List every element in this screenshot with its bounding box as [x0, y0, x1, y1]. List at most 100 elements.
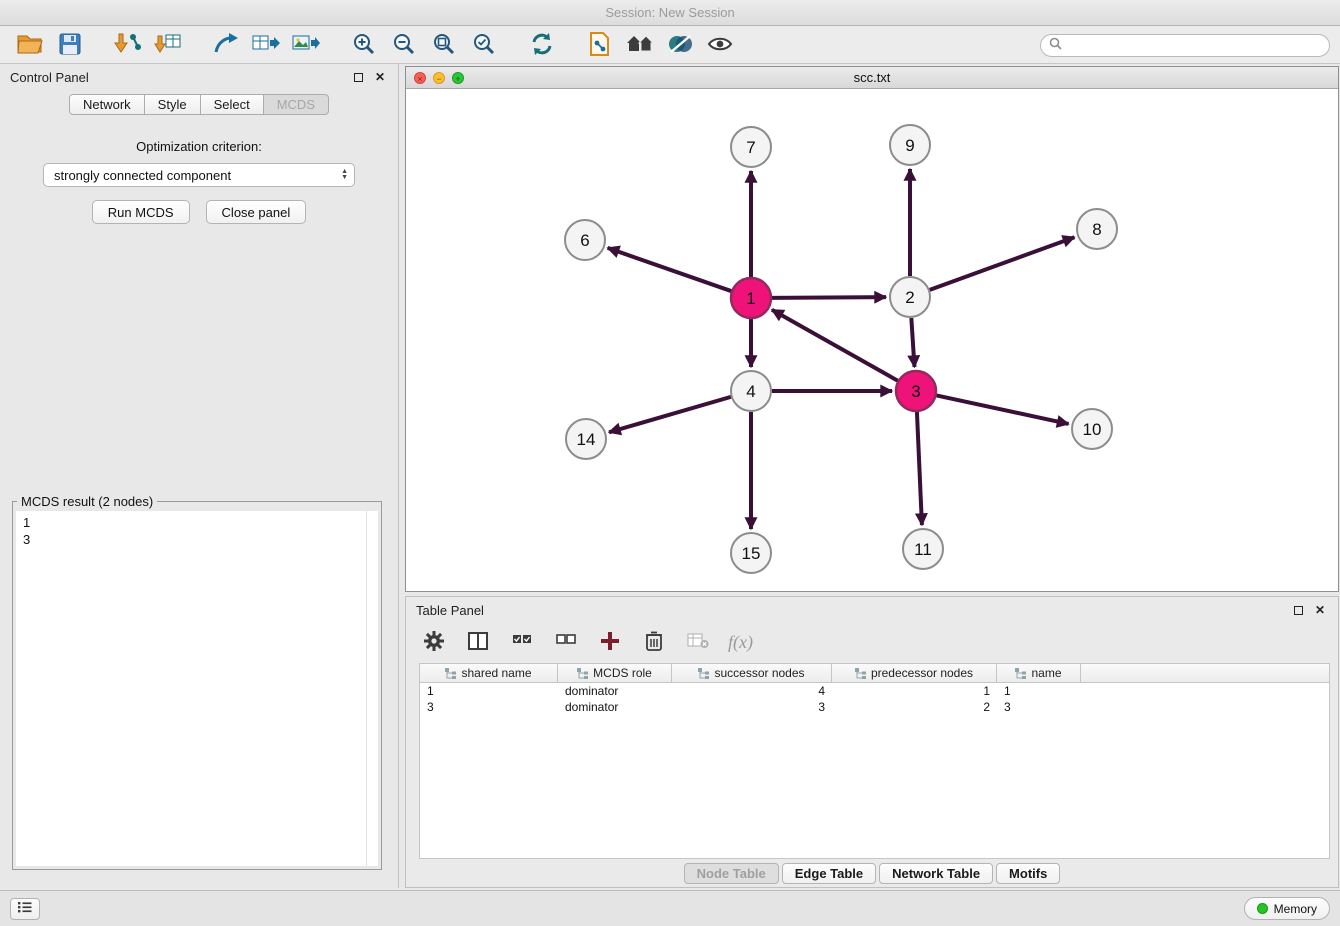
table-row[interactable]: 1dominator411 [420, 683, 1329, 699]
open-session-button[interactable] [10, 30, 50, 60]
graph-edge-3-1[interactable] [772, 310, 898, 381]
mcds-result-list[interactable]: 1 3 [16, 511, 378, 866]
graph-edge-3-10[interactable] [937, 395, 1069, 424]
network-canvas[interactable]: 7 9 6 8 1 2 4 3 14 10 15 11 [406, 89, 1338, 591]
float-panel-icon[interactable] [350, 69, 366, 85]
graph-node-7[interactable]: 7 [731, 127, 771, 167]
tab-mcds[interactable]: MCDS [264, 94, 329, 115]
graph-node-10[interactable]: 10 [1072, 409, 1112, 449]
tab-motifs[interactable]: Motifs [996, 863, 1060, 884]
function-builder-button[interactable]: f(x) [728, 632, 753, 653]
graph-node-1[interactable]: 1 [731, 278, 771, 318]
table-settings-button[interactable] [420, 628, 448, 656]
table-cell[interactable]: 3 [420, 699, 558, 715]
graph-node-14[interactable]: 14 [566, 419, 606, 459]
tree-icon [445, 668, 456, 679]
export-table-button[interactable] [246, 30, 286, 60]
style-button[interactable] [660, 30, 700, 60]
table-cell[interactable]: 3 [997, 699, 1081, 715]
network-document-icon [588, 32, 612, 59]
graph-node-15[interactable]: 15 [731, 533, 771, 573]
show-columns-button[interactable] [464, 628, 492, 656]
export-network-button[interactable] [206, 30, 246, 60]
export-image-button[interactable] [286, 30, 326, 60]
window-title: Session: New Session [605, 5, 734, 20]
table-cell[interactable]: 4 [672, 683, 832, 699]
zoom-in-icon [352, 32, 376, 59]
table-row[interactable]: 3dominator323 [420, 699, 1329, 715]
task-history-button[interactable] [10, 898, 40, 920]
save-session-button[interactable] [50, 30, 90, 60]
optimization-criterion-label: Optimization criterion: [0, 139, 398, 154]
table-body: 1dominator4113dominator323 [420, 683, 1329, 715]
mcds-result-group: MCDS result (2 nodes) 1 3 [12, 494, 382, 870]
zoom-fit-button[interactable] [424, 30, 464, 60]
status-bar: Memory [0, 890, 1340, 926]
graph-node-8[interactable]: 8 [1077, 209, 1117, 249]
graph-edge-3-11[interactable] [917, 412, 922, 525]
maximize-window-icon[interactable]: + [452, 72, 464, 84]
graph-node-2[interactable]: 2 [890, 277, 930, 317]
network-window-titlebar[interactable]: × − + scc.txt [406, 67, 1338, 89]
column-header-MCDS-role[interactable]: MCDS role [558, 664, 672, 682]
table-cell[interactable]: dominator [558, 683, 672, 699]
zoom-selected-button[interactable] [464, 30, 504, 60]
close-table-panel-icon[interactable]: ✕ [1312, 602, 1328, 618]
network-graph[interactable]: 7 9 6 8 1 2 4 3 14 10 15 11 [406, 89, 1338, 592]
column-header-successor-nodes[interactable]: successor nodes [672, 664, 832, 682]
optimization-criterion-select[interactable]: strongly connected component ▲▼ [43, 163, 355, 187]
close-window-icon[interactable]: × [414, 72, 426, 84]
delete-column-button[interactable] [640, 628, 668, 656]
import-table-button[interactable] [148, 30, 188, 60]
graph-edge-1-2[interactable] [772, 297, 886, 298]
search-input[interactable] [1067, 38, 1321, 52]
close-panel-button[interactable]: Close panel [206, 200, 307, 224]
table-cell[interactable]: 1 [997, 683, 1081, 699]
delete-table-button[interactable] [684, 628, 712, 656]
tab-node-table[interactable]: Node Table [684, 863, 779, 884]
table-cell[interactable]: 3 [672, 699, 832, 715]
table-cell[interactable]: dominator [558, 699, 672, 715]
float-table-panel-icon[interactable] [1290, 602, 1306, 618]
run-mcds-button[interactable]: Run MCDS [92, 200, 190, 224]
minimize-window-icon[interactable]: − [433, 72, 445, 84]
tab-network[interactable]: Network [69, 94, 145, 115]
column-header-predecessor-nodes[interactable]: predecessor nodes [832, 664, 997, 682]
column-header-shared-name[interactable]: shared name [420, 664, 558, 682]
refresh-view-button[interactable] [522, 30, 562, 60]
network-window-title: scc.txt [854, 70, 891, 85]
tab-edge-table[interactable]: Edge Table [782, 863, 876, 884]
zoom-in-button[interactable] [344, 30, 384, 60]
overview-button[interactable] [620, 30, 660, 60]
select-all-button[interactable] [508, 628, 536, 656]
table-cell[interactable]: 1 [832, 683, 997, 699]
graph-edge-2-3[interactable] [911, 318, 914, 367]
graph-node-4[interactable]: 4 [731, 371, 771, 411]
graph-node-9[interactable]: 9 [890, 125, 930, 165]
close-panel-icon[interactable]: ✕ [372, 69, 388, 85]
search-box[interactable] [1040, 34, 1330, 57]
show-hide-button[interactable] [700, 30, 740, 60]
graph-edge-4-14[interactable] [609, 397, 731, 432]
tab-network-table[interactable]: Network Table [879, 863, 993, 884]
table-cell[interactable]: 2 [832, 699, 997, 715]
column-header-name[interactable]: name [997, 664, 1081, 682]
mcds-result-line: 3 [23, 531, 378, 548]
network-file-button[interactable] [580, 30, 620, 60]
graph-node-6[interactable]: 6 [565, 220, 605, 260]
result-scrollbar[interactable] [366, 511, 367, 866]
graph-node-11[interactable]: 11 [903, 529, 943, 569]
graph-edge-2-8[interactable] [930, 237, 1075, 290]
graph-edge-1-6[interactable] [608, 248, 732, 291]
tab-style[interactable]: Style [145, 94, 201, 115]
import-network-button[interactable] [108, 30, 148, 60]
deselect-all-button[interactable] [552, 628, 580, 656]
columns-icon [468, 632, 488, 653]
table-cell[interactable]: 1 [420, 683, 558, 699]
memory-button[interactable]: Memory [1244, 897, 1330, 920]
graph-node-3[interactable]: 3 [896, 371, 936, 411]
trash-icon [645, 631, 663, 654]
add-column-button[interactable] [596, 628, 624, 656]
zoom-out-button[interactable] [384, 30, 424, 60]
tab-select[interactable]: Select [201, 94, 264, 115]
